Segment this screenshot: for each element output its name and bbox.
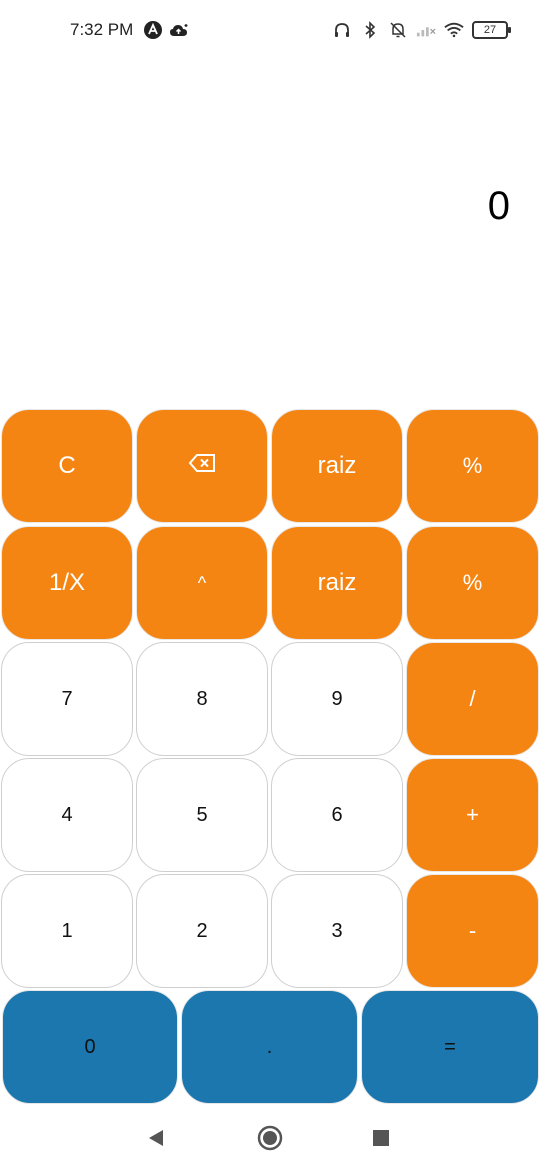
home-button[interactable] bbox=[256, 1125, 284, 1156]
home-icon bbox=[257, 1125, 283, 1156]
divide-button[interactable]: / bbox=[406, 642, 539, 756]
recents-button[interactable] bbox=[367, 1126, 395, 1154]
headphones-icon bbox=[332, 20, 352, 40]
cloud-upload-icon bbox=[169, 20, 189, 40]
digit-2-button[interactable]: 2 bbox=[136, 874, 268, 988]
digit-8-button[interactable]: 8 bbox=[136, 642, 268, 756]
back-button[interactable] bbox=[142, 1126, 170, 1154]
reciprocal-button[interactable]: 1/X bbox=[1, 526, 133, 640]
digit-1-button[interactable]: 1 bbox=[1, 874, 133, 988]
digit-3-button[interactable]: 3 bbox=[271, 874, 403, 988]
bell-muted-icon bbox=[388, 20, 408, 40]
digit-4-button[interactable]: 4 bbox=[1, 758, 133, 872]
percent-button[interactable]: % bbox=[406, 409, 539, 523]
digit-5-button[interactable]: 5 bbox=[136, 758, 268, 872]
backspace-icon bbox=[188, 452, 216, 480]
subtract-button[interactable]: - bbox=[406, 874, 539, 988]
calculator-display: 0 bbox=[0, 62, 540, 408]
display-value: 0 bbox=[487, 184, 510, 228]
bluetooth-icon bbox=[360, 20, 380, 40]
decimal-button[interactable]: . bbox=[181, 990, 358, 1104]
app-a-icon bbox=[143, 20, 163, 40]
equals-button[interactable]: = bbox=[361, 990, 539, 1104]
navigation-bar bbox=[0, 1110, 540, 1170]
sqrt-button-2[interactable]: raiz bbox=[271, 526, 403, 640]
sqrt-button[interactable]: raiz bbox=[271, 409, 403, 523]
status-left-icons bbox=[143, 20, 189, 40]
clear-button[interactable]: C bbox=[1, 409, 133, 523]
add-button[interactable]: + bbox=[406, 758, 539, 872]
status-bar: 7:32 PM 27 bbox=[0, 0, 540, 62]
digit-6-button[interactable]: 6 bbox=[271, 758, 403, 872]
signal-icon bbox=[416, 20, 436, 40]
back-icon bbox=[147, 1129, 165, 1152]
recents-icon bbox=[373, 1129, 389, 1151]
battery-icon: 27 bbox=[472, 21, 511, 39]
digit-0-button[interactable]: 0 bbox=[2, 990, 178, 1104]
power-button[interactable]: ^ bbox=[136, 526, 268, 640]
backspace-button[interactable] bbox=[136, 409, 268, 523]
digit-7-button[interactable]: 7 bbox=[1, 642, 133, 756]
digit-9-button[interactable]: 9 bbox=[271, 642, 403, 756]
status-right-icons: 27 bbox=[332, 20, 511, 40]
percent-button-2[interactable]: % bbox=[406, 526, 539, 640]
status-time: 7:32 PM bbox=[70, 20, 134, 39]
wifi-icon bbox=[444, 20, 464, 40]
